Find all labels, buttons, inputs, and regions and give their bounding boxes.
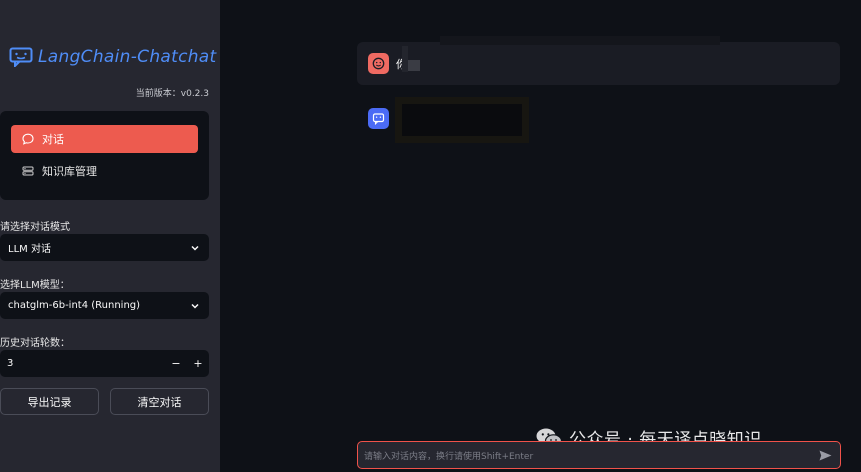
history-label: 历史对话轮数： (0, 338, 70, 349)
chat-area: 你 公众号 · 每天译点晓知识 请输入对话内容，换行请使用Shift+Enter (220, 0, 861, 472)
user-face-icon (372, 57, 385, 70)
database-icon (22, 166, 34, 176)
nav-item-label: 知识库管理 (42, 165, 97, 178)
increment-button[interactable]: + (187, 357, 209, 370)
export-button[interactable]: 导出记录 (0, 388, 99, 415)
chat-bubble-icon (22, 133, 34, 145)
version-label: 当前版本：v0.2.3 (135, 89, 209, 99)
nav-item-label: 对话 (42, 133, 64, 146)
redaction-mask (395, 97, 529, 143)
mode-label: 请选择对话模式 (0, 222, 70, 233)
history-value[interactable]: 3 (0, 358, 165, 369)
user-avatar (368, 53, 389, 74)
assistant-avatar (368, 108, 389, 129)
mode-select-value: LLM 对话 (8, 244, 51, 255)
chat-input[interactable]: 请输入对话内容，换行请使用Shift+Enter (357, 441, 841, 469)
history-stepper[interactable]: 3 − + (0, 350, 209, 377)
nav-item-knowledge-base[interactable]: 知识库管理 (11, 157, 198, 185)
send-icon[interactable] (819, 450, 832, 461)
model-label: 选择LLM模型： (0, 280, 70, 291)
chat-input-placeholder: 请输入对话内容，换行请使用Shift+Enter (364, 451, 534, 462)
app-window: LangChain-Chatchat 当前版本：v0.2.3 对话 知识库管理 (0, 0, 861, 472)
chevron-down-icon (191, 303, 199, 309)
redaction-mask (402, 36, 720, 72)
decrement-button[interactable]: − (165, 357, 187, 370)
mode-select[interactable]: LLM 对话 (0, 234, 209, 261)
app-title: LangChain-Chatchat (38, 47, 217, 67)
chevron-down-icon (191, 245, 199, 251)
nav-item-chat[interactable]: 对话 (11, 125, 198, 153)
bot-icon (372, 113, 385, 125)
model-select-value: chatglm-6b-int4 (Running) (8, 300, 141, 311)
model-select[interactable]: chatglm-6b-int4 (Running) (0, 292, 209, 319)
clear-chat-button[interactable]: 清空对话 (110, 388, 209, 415)
nav-menu: 对话 知识库管理 (0, 111, 209, 200)
chat-logo-icon (9, 47, 33, 67)
logo: LangChain-Chatchat (9, 47, 216, 67)
sidebar: LangChain-Chatchat 当前版本：v0.2.3 对话 知识库管理 (0, 0, 220, 472)
